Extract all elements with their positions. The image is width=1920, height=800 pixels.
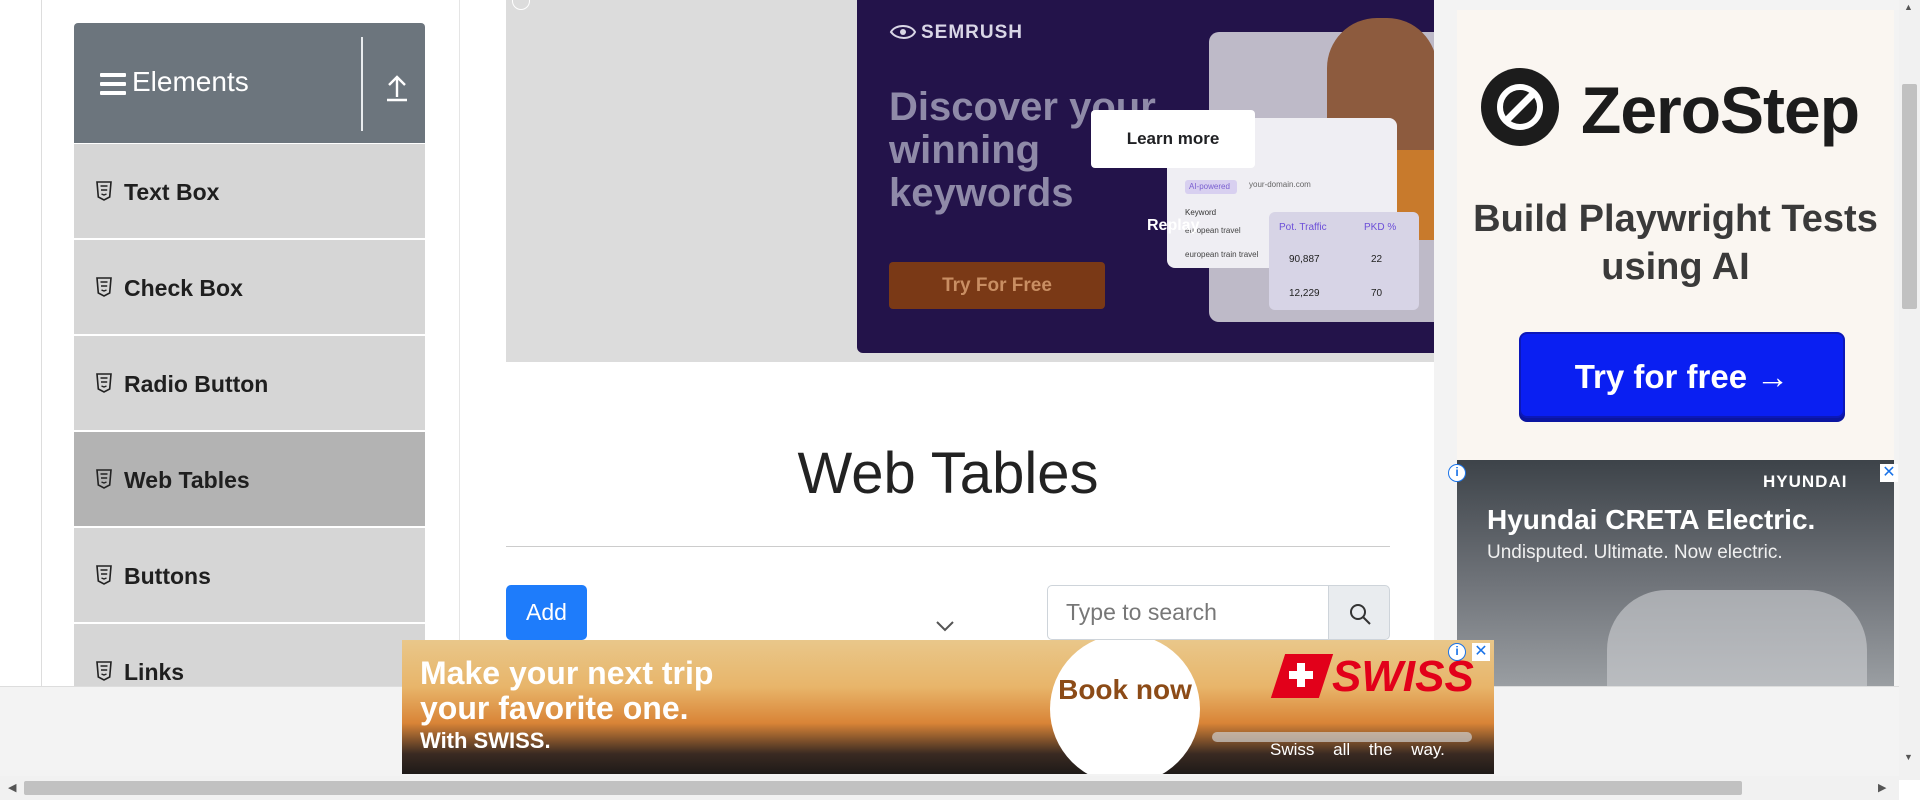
page-root: Elements Text Box Check Box Radio Button… [0,0,1920,800]
title-divider [506,546,1390,547]
swiss-line-2: your favorite one. [420,690,689,726]
keyword-row-2: european train travel [1185,250,1259,259]
hyundai-brand: HYUNDAI [1763,472,1848,491]
hamburger-icon [100,73,126,95]
collapse-arrow-icon[interactable] [386,73,408,103]
group-title: Elements [132,66,249,97]
scrollbar-thumb[interactable] [24,781,1742,795]
search-input[interactable] [1066,586,1316,639]
swiss-ad[interactable]: Make your next trip your favorite one. W… [402,640,1494,774]
ad-close-icon[interactable]: ✕ [1880,464,1898,482]
html5-icon [96,661,112,681]
cell: 90,887 [1289,254,1320,265]
ad-info-icon[interactable]: i [1448,643,1466,661]
horizontal-scrollbar[interactable]: ◀ ▶ [0,776,1899,800]
chevron-down-icon[interactable] [935,620,955,632]
semrush-logo-icon [889,25,917,39]
sidebar-item-check-box[interactable]: Check Box [74,239,425,335]
html5-icon [96,373,112,393]
html5-icon [96,277,112,297]
header-separator [361,37,363,131]
vertical-scrollbar[interactable]: ▲ ▼ [1899,0,1920,780]
search-button[interactable] [1328,585,1390,640]
sidebar-item-text-box[interactable]: Text Box [74,143,425,239]
scroll-up-icon[interactable]: ▲ [1904,2,1913,12]
semrush-cta[interactable]: Try For Free [889,262,1105,309]
hyundai-ad[interactable]: HYUNDAI Hyundai CRETA Electric. Undisput… [1457,460,1894,686]
sidebar-item-label: Check Box [124,275,243,301]
swiss-line-3: With SWISS. [420,728,551,753]
book-now-circle[interactable] [1050,640,1200,774]
page-title: Web Tables [797,441,1099,506]
swiss-line-1: Make your next trip [420,655,714,691]
zerostep-cta[interactable]: Try for free → [1519,332,1845,418]
replay-button[interactable]: Replay [1147,217,1199,235]
zerostep-ad[interactable]: ZeroStep Build Playwright Tests using AI… [1457,10,1894,460]
left-border [41,0,42,686]
semrush-ad[interactable]: SEMRUSH Discover your winning keywords n… [857,0,1434,353]
swiss-tagline: Swiss all the way. [1270,740,1445,759]
cell: 70 [1371,288,1383,299]
add-button[interactable]: Add [506,585,587,640]
sidebar-item-label: Buttons [124,563,211,589]
ad-close-icon[interactable]: ✕ [1472,643,1490,661]
zerostep-logo-icon [1481,68,1559,146]
hyundai-seat-image [1607,590,1867,686]
book-now-button[interactable]: Book now [1050,674,1200,705]
semrush-brand: SEMRUSH [921,22,1024,43]
zerostep-brand: ZeroStep [1581,73,1860,147]
sidebar-item-label: Web Tables [124,467,250,493]
html5-icon [96,469,112,489]
hyundai-title: Hyundai CRETA Electric. [1487,504,1816,535]
cell: 22 [1371,254,1383,265]
ad-metrics-table: Pot. Traffic PKD % 90,887 22 12,229 70 [1269,212,1419,310]
elements-group-header[interactable]: Elements [74,23,425,143]
swiss-cross-icon [1289,663,1313,687]
sidebar-divider [459,0,460,686]
scrollbar-thumb[interactable] [1902,84,1917,309]
sidebar-item-label: Text Box [124,179,220,205]
domain-text: your-domain.com [1249,180,1311,189]
hyundai-subtitle: Undisputed. Ultimate. Now electric. [1487,542,1783,563]
scroll-left-icon[interactable]: ◀ [8,781,16,794]
zerostep-tagline: Build Playwright Tests using AI [1473,198,1878,288]
html5-icon [96,565,112,585]
learn-more-button[interactable]: Learn more [1091,110,1255,168]
sidebar-item-radio-button[interactable]: Radio Button [74,335,425,431]
col-pkd: PKD % [1364,222,1397,233]
ad-info-icon[interactable]: i [1448,464,1466,482]
search-icon [1350,604,1371,625]
sidebar-item-label: Links [124,659,185,685]
sidebar-item-web-tables[interactable]: Web Tables [74,431,425,527]
sidebar-item-buttons[interactable]: Buttons [74,527,425,623]
cell: 12,229 [1289,288,1320,299]
sidebar-item-label: Radio Button [124,371,269,397]
col-traffic: Pot. Traffic [1279,222,1327,233]
ai-pill: AI-powered [1185,180,1237,194]
keyword-label: Keyword [1185,208,1217,217]
search-box[interactable] [1047,585,1329,640]
scroll-down-icon[interactable]: ▼ [1904,752,1913,762]
html5-icon [96,181,112,201]
scroll-right-icon[interactable]: ▶ [1878,781,1886,794]
